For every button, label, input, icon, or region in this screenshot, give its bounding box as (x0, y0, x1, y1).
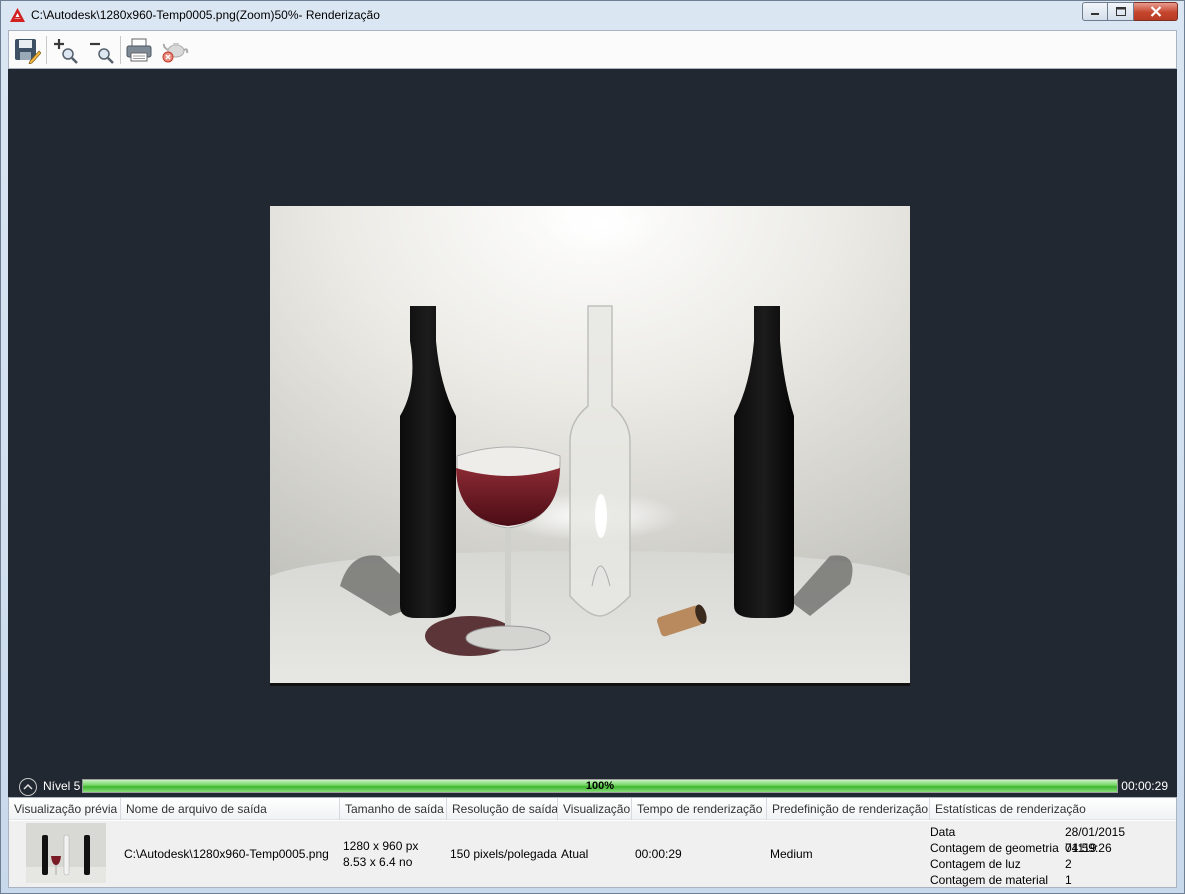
rendered-image (270, 206, 910, 686)
zoom-in-icon (54, 38, 78, 64)
stat-value: 2 (1065, 857, 1072, 871)
maximize-icon (1115, 7, 1126, 16)
title-bar[interactable]: C:\Autodesk\1280x960-Temp0005.png(Zoom)5… (1, 1, 1184, 30)
cancel-render-button[interactable] (160, 35, 190, 65)
minimize-button[interactable] (1082, 2, 1108, 21)
stat-row: Contagem de material 1 (930, 872, 1175, 888)
render-preset: Medium (770, 847, 813, 861)
stat-value: 1 (1065, 873, 1072, 887)
column-header-size[interactable]: Tamanho de saída (340, 798, 447, 820)
stat-value: 28/01/2015 04:59:26 (1064, 825, 1125, 855)
column-header-view[interactable]: Visualização (558, 798, 632, 820)
maximize-button[interactable] (1108, 2, 1134, 21)
save-button[interactable] (12, 35, 42, 65)
column-header-preset[interactable]: Predefinição de renderização (767, 798, 930, 820)
column-header-statistics[interactable]: Estatísticas de renderização (930, 798, 1174, 820)
save-icon (15, 38, 41, 64)
output-size-px: 1280 x 960 px (343, 839, 419, 853)
render-progress-bar: 100% (82, 779, 1118, 793)
stat-label: Contagem de luz (930, 857, 1021, 871)
progress-percent: 100% (585, 780, 615, 792)
toolbar (8, 30, 1177, 69)
autocad-app-icon (10, 8, 25, 22)
table-header: Visualização prévia Nome de arquivo de s… (9, 798, 1176, 820)
output-filename: C:\Autodesk\1280x960-Temp0005.png (124, 847, 329, 861)
progress-row: Nível 5 100% 00:00:29 (8, 776, 1177, 797)
output-resolution: 150 pixels/polegada (450, 847, 557, 861)
render-time: 00:00:29 (635, 847, 682, 861)
stat-label: Contagem de material (930, 873, 1049, 887)
column-header-filename[interactable]: Nome de arquivo de saída (121, 798, 340, 820)
render-window: C:\Autodesk\1280x960-Temp0005.png(Zoom)5… (0, 0, 1185, 894)
render-viewport[interactable] (8, 69, 1177, 778)
window-controls (1082, 2, 1178, 22)
stat-value: 71119 (1065, 841, 1097, 855)
zoom-out-button[interactable] (86, 35, 116, 65)
column-header-preview[interactable]: Visualização prévia (9, 798, 121, 820)
toolbar-separator (46, 35, 47, 64)
preview-thumbnail (26, 823, 106, 883)
column-header-render-time[interactable]: Tempo de renderização (632, 798, 767, 820)
render-statistics: Data 28/01/2015 04:59:26 Contagem de geo… (930, 824, 1175, 888)
view-name: Atual (561, 847, 589, 861)
stat-row: Contagem de luz 2 (930, 856, 1175, 872)
teapot-cancel-icon (162, 42, 189, 62)
print-icon (126, 38, 152, 61)
column-header-resolution[interactable]: Resolução de saída (447, 798, 558, 820)
render-level: Nível 5 (43, 779, 81, 793)
window-title: C:\Autodesk\1280x960-Temp0005.png(Zoom)5… (31, 8, 380, 22)
close-button[interactable] (1134, 2, 1178, 21)
table-row[interactable]: C:\Autodesk\1280x960-Temp0005.png 1280 x… (9, 821, 1176, 887)
close-icon (1150, 6, 1161, 17)
minimize-icon (1091, 12, 1099, 15)
expand-level-button[interactable] (19, 778, 37, 796)
print-button[interactable] (124, 35, 154, 65)
render-history-table: Visualização prévia Nome de arquivo de s… (8, 797, 1177, 888)
output-size-in: 8.53 x 6.4 no (343, 855, 413, 869)
stat-row: Data 28/01/2015 04:59:26 (930, 824, 1175, 855)
toolbar-separator (120, 35, 121, 64)
stat-label: Contagem de geometria (930, 841, 1059, 855)
stat-label: Data (930, 825, 956, 839)
zoom-out-icon (90, 42, 114, 64)
zoom-in-button[interactable] (50, 35, 80, 65)
elapsed-time: 00:00:29 (1121, 779, 1168, 793)
chevron-up-icon (23, 783, 33, 790)
stat-row: Contagem de geometria 71119 (930, 840, 1175, 856)
